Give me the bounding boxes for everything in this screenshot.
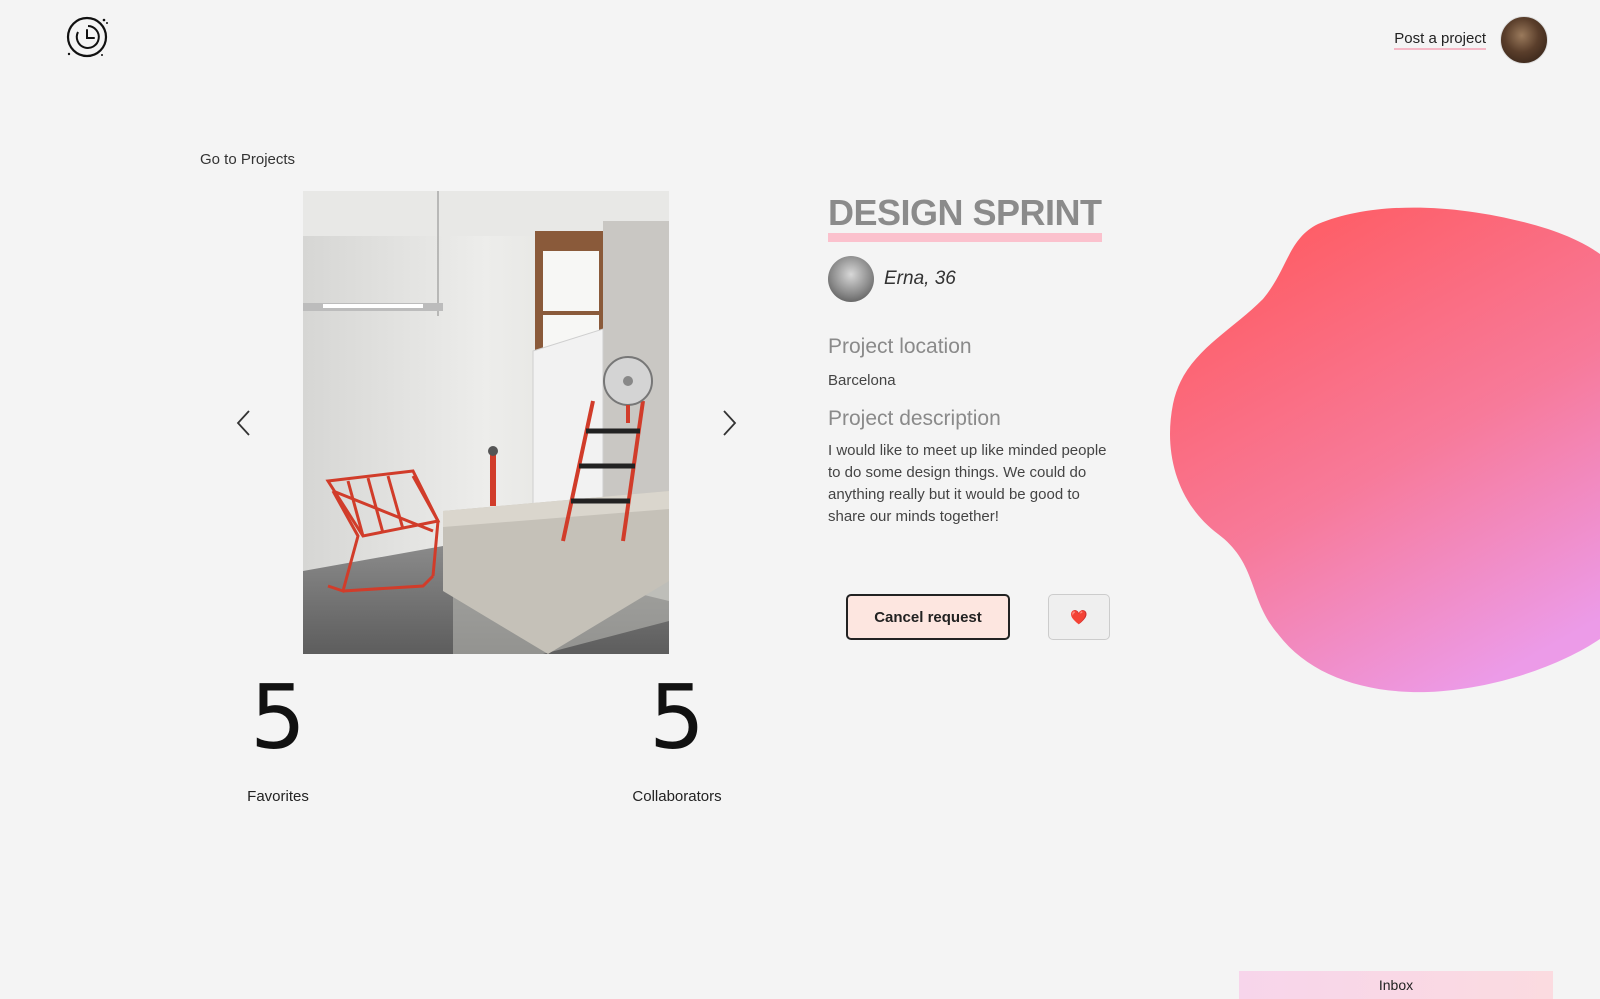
- go-to-projects-link[interactable]: Go to Projects: [200, 151, 295, 168]
- location-heading: Project location: [828, 335, 972, 358]
- favorites-label: Favorites: [247, 788, 309, 805]
- owner-name: Erna, 36: [884, 268, 956, 289]
- favorites-count: 5: [250, 666, 306, 769]
- user-avatar[interactable]: [1500, 16, 1548, 64]
- chevron-left-icon[interactable]: [232, 408, 256, 438]
- project-photo: [303, 191, 669, 654]
- project-owner[interactable]: Erna, 36: [828, 256, 956, 302]
- location-value: Barcelona: [828, 372, 896, 389]
- post-project-link[interactable]: Post a project: [1394, 30, 1486, 50]
- owner-avatar[interactable]: [828, 256, 874, 302]
- description-heading: Project description: [828, 407, 1001, 430]
- heart-icon: ❤️: [1070, 608, 1088, 625]
- cancel-request-button[interactable]: Cancel request: [846, 594, 1010, 640]
- collaborators-label: Collaborators: [632, 788, 722, 805]
- collaborators-stat: 5 Collaborators: [612, 666, 742, 806]
- project-title-wrap: DESIGN SPRINT: [828, 193, 1102, 242]
- favorite-button[interactable]: ❤️: [1048, 594, 1110, 640]
- favorites-stat: 5 Favorites: [218, 666, 338, 806]
- inbox-tab[interactable]: Inbox: [1239, 971, 1553, 999]
- app-logo-icon[interactable]: [64, 14, 110, 60]
- description-text: I would like to meet up like minded peop…: [828, 442, 1107, 525]
- project-title: DESIGN SPRINT: [828, 193, 1102, 242]
- collaborators-count: 5: [649, 666, 705, 769]
- header-actions: Post a project: [1394, 16, 1548, 64]
- chevron-right-icon[interactable]: [717, 408, 741, 438]
- decorative-gradient-blob: [1168, 204, 1600, 696]
